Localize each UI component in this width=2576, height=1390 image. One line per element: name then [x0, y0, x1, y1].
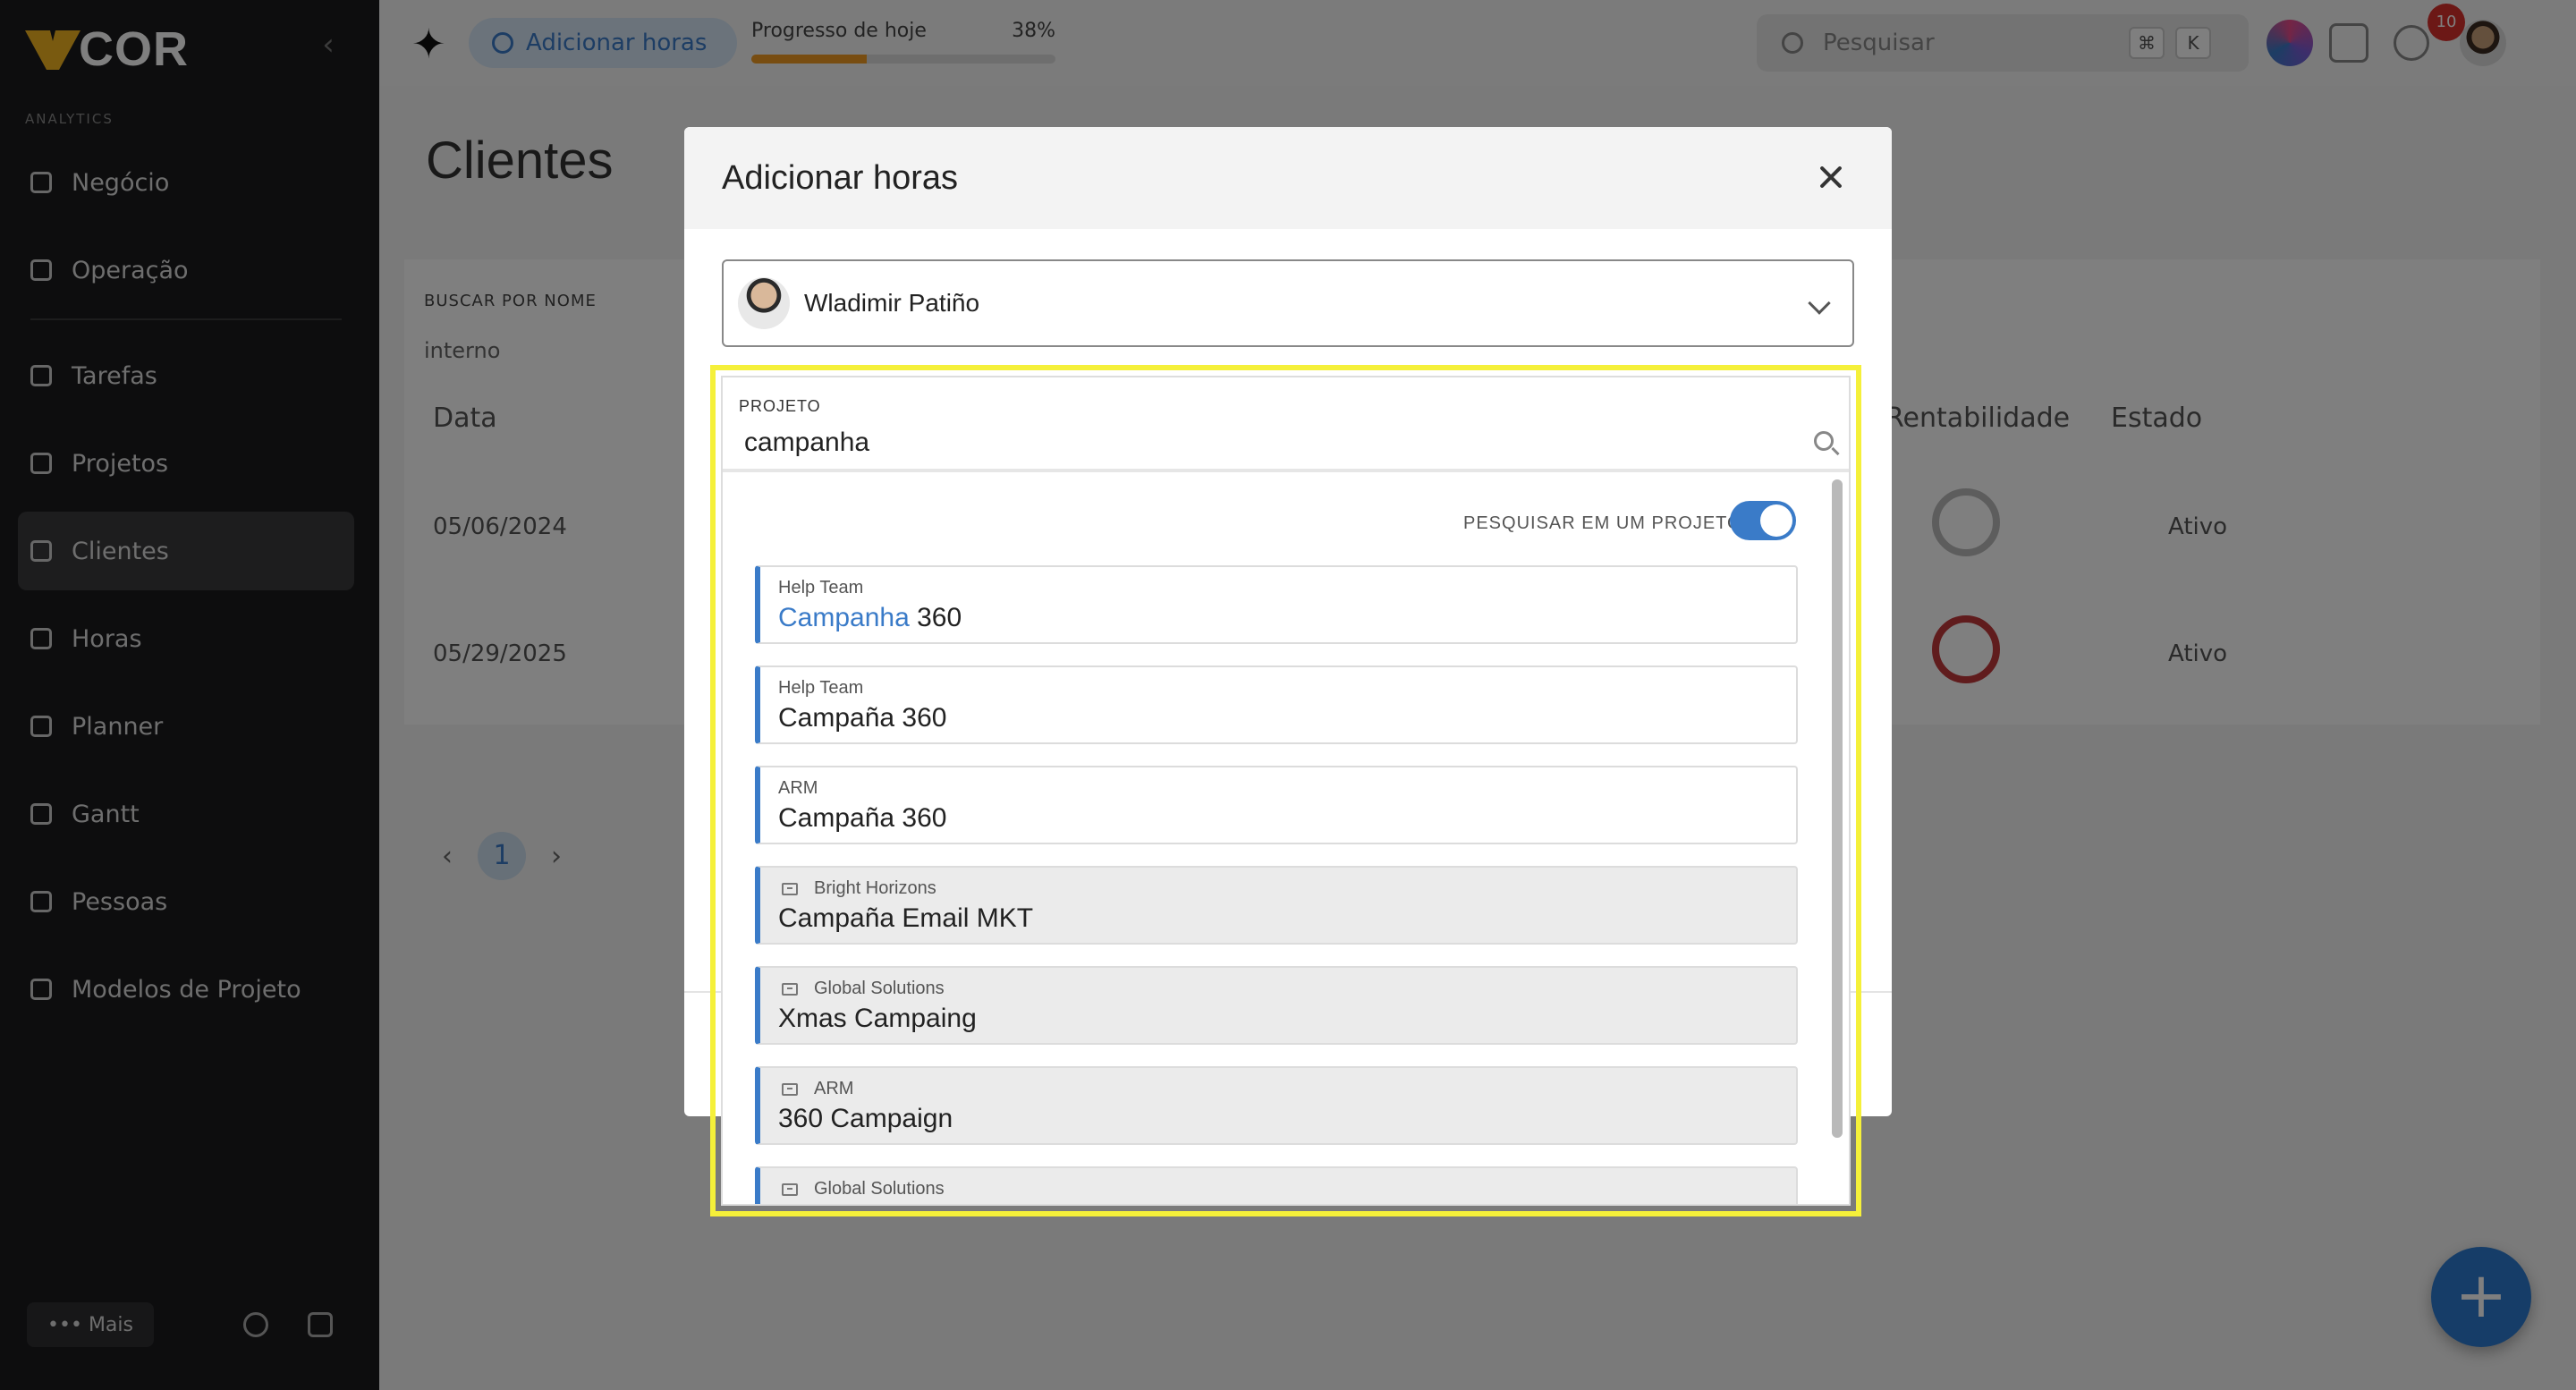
item-project-name: Campaña 360: [778, 803, 947, 833]
user-select[interactable]: Wladimir Patiño: [722, 259, 1854, 347]
project-search-input[interactable]: campanha: [744, 428, 869, 458]
archive-icon: [782, 882, 798, 895]
search-in-project-toggle[interactable]: [1730, 501, 1796, 540]
project-dropdown: PROJETO campanha PESQUISAR EM UM PROJETO…: [721, 376, 1851, 1206]
modal-title: Adicionar horas: [722, 159, 959, 197]
item-project-name: Xmas Campaing: [778, 1004, 977, 1033]
user-name: Wladimir Patiño: [804, 289, 980, 317]
chevron-down-icon: [1808, 292, 1831, 315]
archive-icon: [782, 1182, 798, 1196]
toggle-label: PESQUISAR EM UM PROJETO: [1463, 513, 1742, 533]
results-scrollbar[interactable]: [1832, 479, 1843, 1138]
item-project-name: Campaña 360: [778, 703, 947, 733]
project-field-label: PROJETO: [739, 397, 821, 415]
close-icon[interactable]: [1811, 157, 1851, 197]
list-item[interactable]: ARM 360 Campaign: [755, 1066, 1798, 1145]
item-client: Global Solutions: [782, 1179, 945, 1199]
list-item[interactable]: Help Team Campanha 360: [755, 565, 1798, 644]
toggle-knob: [1760, 504, 1792, 537]
list-item[interactable]: ARM Campaña 360: [755, 766, 1798, 844]
list-item[interactable]: Bright Horizons Campaña Email MKT: [755, 866, 1798, 945]
item-project-name: Campanha 360: [778, 603, 962, 633]
project-results-list: PESQUISAR EM UM PROJETO Help Team Campan…: [723, 472, 1849, 1204]
client-name: ARM: [814, 1079, 854, 1098]
client-name: Global Solutions: [814, 1179, 945, 1199]
list-item[interactable]: Global Solutions Xmas Campaing: [755, 966, 1798, 1045]
client-name: Global Solutions: [814, 979, 945, 998]
user-avatar: [738, 277, 790, 329]
item-client: Help Team: [778, 678, 864, 698]
match-highlight: Campanha: [778, 603, 910, 632]
item-client: ARM: [778, 778, 818, 798]
item-client: ARM: [782, 1079, 853, 1099]
search-icon[interactable]: [1814, 431, 1834, 451]
archive-icon: [782, 982, 798, 996]
item-client: Global Solutions: [782, 979, 945, 999]
modal-header: Adicionar horas: [684, 127, 1892, 229]
item-client: Bright Horizons: [782, 878, 936, 899]
item-client: Help Team: [778, 578, 864, 598]
item-project-name: 360 Campaign: [778, 1104, 953, 1133]
item-project-name: Campaña Email MKT: [778, 903, 1034, 933]
client-name: Bright Horizons: [814, 878, 936, 898]
list-item[interactable]: Help Team Campaña 360: [755, 665, 1798, 744]
name-rest: 360: [909, 603, 962, 632]
scrollbar-thumb[interactable]: [1832, 479, 1843, 1138]
archive-icon: [782, 1082, 798, 1096]
list-item[interactable]: Global Solutions: [755, 1166, 1798, 1204]
